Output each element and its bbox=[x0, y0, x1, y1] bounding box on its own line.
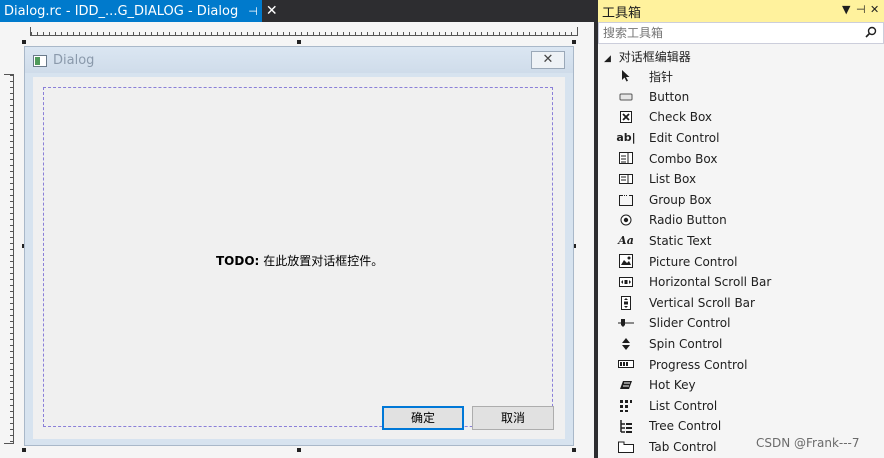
hotkey-icon bbox=[618, 378, 634, 392]
toolbox-item-label: Horizontal Scroll Bar bbox=[649, 275, 772, 290]
document-tab-title: Dialog.rc - IDD_...G_DIALOG - Dialog bbox=[4, 3, 239, 19]
toolbox-item-pointer[interactable]: 指针 bbox=[598, 66, 884, 87]
toolbox-item-static-text[interactable]: Aa Static Text bbox=[598, 231, 884, 252]
toolbox-item-tree-control[interactable]: Tree Control bbox=[598, 416, 884, 437]
picture-control-icon bbox=[618, 254, 634, 269]
toolbox-group-label: 对话框编辑器 bbox=[618, 50, 691, 64]
toolbox-item-label: List Control bbox=[649, 398, 718, 413]
toolbox-item-hscroll[interactable]: Horizontal Scroll Bar bbox=[598, 272, 884, 293]
toolbox-item-vscroll[interactable]: Vertical Scroll Bar bbox=[598, 293, 884, 314]
toolbox-item-progress[interactable]: Progress Control bbox=[598, 354, 884, 375]
checkbox-icon bbox=[618, 110, 634, 124]
toolbox-item-label: Slider Control bbox=[649, 316, 731, 331]
resize-handle[interactable] bbox=[22, 448, 26, 452]
cancel-button[interactable]: 取消 bbox=[472, 406, 554, 430]
toolbox-search-input[interactable] bbox=[603, 26, 853, 40]
dialog-design-canvas[interactable]: Dialog ✕ TODO: 在此放置对话框控件。 确定 取消 bbox=[0, 22, 594, 458]
toolbox-item-label: Group Box bbox=[649, 192, 712, 207]
list-box-icon bbox=[618, 172, 634, 186]
close-icon[interactable]: ✕ bbox=[870, 3, 879, 16]
dialog-client-area[interactable]: TODO: 在此放置对话框控件。 确定 取消 bbox=[33, 77, 565, 439]
toolbox-item-label: Tab Control bbox=[649, 439, 717, 454]
toolbox-item-label: Edit Control bbox=[649, 131, 720, 146]
toolbox-header: 工具箱 ▼ ⊣ ✕ bbox=[598, 0, 884, 22]
document-tab-bar: Dialog.rc - IDD_...G_DIALOG - Dialog ⊣ ✕ bbox=[0, 0, 594, 22]
resize-handle[interactable] bbox=[572, 40, 576, 44]
toolbox-item-label: Spin Control bbox=[649, 337, 723, 352]
vertical-ruler[interactable] bbox=[4, 74, 14, 444]
toolbox-item-label: Picture Control bbox=[649, 254, 738, 269]
pin-icon[interactable]: ⊣ bbox=[248, 5, 258, 18]
dialog-titlebar: Dialog ✕ bbox=[25, 47, 573, 73]
toolbox-item-label: Progress Control bbox=[649, 357, 748, 372]
toolbox-pane: 工具箱 ▼ ⊣ ✕ ◢ 对话框编辑器 指针 Button Check Box a… bbox=[598, 0, 884, 458]
toolbox-item-label: Tree Control bbox=[649, 419, 722, 434]
radio-button-icon bbox=[618, 213, 634, 227]
toolbox-item-slider[interactable]: Slider Control bbox=[598, 313, 884, 334]
pin-icon[interactable]: ⊣ bbox=[856, 3, 866, 16]
tab-control-icon bbox=[618, 440, 634, 454]
edit-control-icon: ab| bbox=[616, 131, 636, 145]
group-box-icon bbox=[618, 193, 634, 207]
dialog-window-icon bbox=[33, 55, 47, 67]
toolbox-item-label: List Box bbox=[649, 172, 697, 187]
todo-static-text[interactable]: TODO: 在此放置对话框控件。 bbox=[216, 252, 383, 269]
resize-handle[interactable] bbox=[297, 448, 301, 452]
slider-icon bbox=[618, 316, 634, 330]
toolbox-item-label: Radio Button bbox=[649, 213, 727, 228]
toolbox-item-picture-control[interactable]: Picture Control bbox=[598, 251, 884, 272]
toolbox-item-label: Hot Key bbox=[649, 378, 696, 393]
pointer-icon bbox=[618, 69, 634, 83]
toolbox-group-header[interactable]: ◢ 对话框编辑器 bbox=[604, 48, 691, 65]
spin-icon bbox=[618, 337, 634, 351]
search-icon[interactable] bbox=[865, 26, 877, 38]
resize-handle[interactable] bbox=[22, 40, 26, 44]
hscroll-icon bbox=[618, 275, 634, 289]
vscroll-icon bbox=[618, 295, 634, 310]
collapse-triangle-icon[interactable]: ◢ bbox=[604, 54, 611, 64]
toolbox-title: 工具箱 bbox=[602, 5, 642, 21]
combo-box-icon bbox=[618, 151, 634, 165]
toolbox-item-group-box[interactable]: Group Box bbox=[598, 190, 884, 211]
toolbox-item-label: 指针 bbox=[649, 69, 674, 84]
list-control-icon bbox=[618, 399, 634, 413]
toolbox-item-label: Vertical Scroll Bar bbox=[649, 295, 755, 310]
toolbox-item-label: Static Text bbox=[649, 234, 712, 249]
toolbox-item-list-control[interactable]: List Control bbox=[598, 396, 884, 417]
progress-icon bbox=[618, 357, 634, 371]
toolbox-item-label: Check Box bbox=[649, 110, 713, 125]
toolbox-item-combo-box[interactable]: Combo Box bbox=[598, 148, 884, 169]
toolbox-search-box[interactable] bbox=[598, 22, 884, 44]
dialog-preview[interactable]: Dialog ✕ TODO: 在此放置对话框控件。 确定 取消 bbox=[24, 46, 574, 446]
todo-prefix: TODO: bbox=[216, 254, 260, 268]
toolbox-item-spin[interactable]: Spin Control bbox=[598, 334, 884, 355]
resize-handle[interactable] bbox=[572, 448, 576, 452]
toolbox-item-label: Button bbox=[649, 89, 690, 104]
dialog-close-icon[interactable]: ✕ bbox=[531, 51, 565, 69]
toolbox-item-checkbox[interactable]: Check Box bbox=[598, 107, 884, 128]
toolbox-item-list-box[interactable]: List Box bbox=[598, 169, 884, 190]
resize-handle[interactable] bbox=[297, 40, 301, 44]
watermark-text: CSDN @Frank---7 bbox=[756, 436, 860, 450]
document-tab[interactable]: Dialog.rc - IDD_...G_DIALOG - Dialog ⊣ ✕ bbox=[0, 0, 278, 22]
margin-guide: TODO: 在此放置对话框控件。 确定 取消 bbox=[43, 87, 554, 430]
toolbox-item-button[interactable]: Button bbox=[598, 87, 884, 108]
toolbox-item-hotkey[interactable]: Hot Key bbox=[598, 375, 884, 396]
static-text-icon: Aa bbox=[618, 234, 634, 248]
todo-message: 在此放置对话框控件。 bbox=[263, 254, 384, 268]
horizontal-ruler[interactable] bbox=[30, 27, 578, 36]
ok-button[interactable]: 确定 bbox=[382, 406, 464, 430]
button-icon bbox=[618, 90, 634, 104]
toolbox-item-list: 指针 Button Check Box ab| Edit Control Com… bbox=[598, 66, 884, 457]
tree-control-icon bbox=[618, 419, 634, 434]
dialog-title: Dialog bbox=[53, 53, 95, 68]
toolbox-item-radio-button[interactable]: Radio Button bbox=[598, 210, 884, 231]
dropdown-icon[interactable]: ▼ bbox=[842, 3, 850, 16]
toolbox-item-edit-control[interactable]: ab| Edit Control bbox=[598, 128, 884, 149]
toolbox-item-label: Combo Box bbox=[649, 151, 718, 166]
resource-editor-pane: Dialog.rc - IDD_...G_DIALOG - Dialog ⊣ ✕… bbox=[0, 0, 594, 458]
close-tab-icon[interactable]: ✕ bbox=[266, 3, 278, 19]
